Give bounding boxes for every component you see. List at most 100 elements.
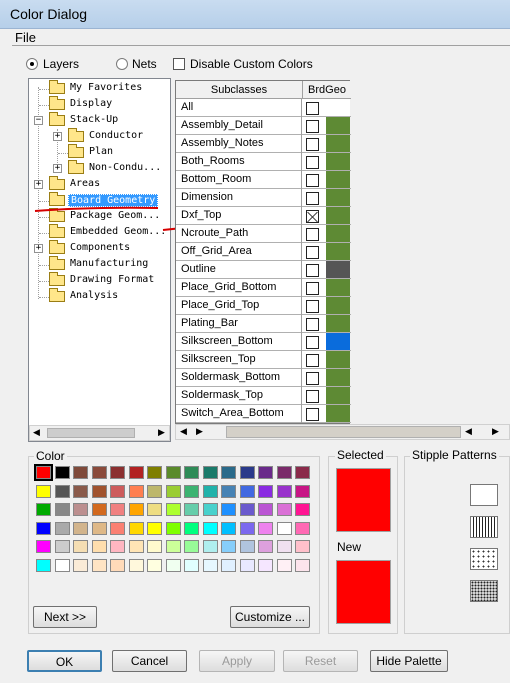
palette-swatch[interactable] [295, 521, 310, 535]
palette-swatch[interactable] [258, 484, 273, 498]
palette-swatch[interactable] [221, 466, 236, 479]
subclass-visible-checkbox[interactable] [306, 372, 319, 385]
subclass-row[interactable]: Silkscreen_Bottom [176, 333, 351, 351]
cancel-button[interactable]: Cancel [112, 650, 187, 672]
stipple-sparse-dots-swatch[interactable] [470, 548, 498, 570]
palette-swatch[interactable] [36, 484, 51, 498]
subclass-visible-checkbox[interactable] [306, 264, 319, 277]
subclass-row[interactable]: Ncroute_Path [176, 225, 351, 243]
palette-swatch[interactable] [165, 521, 181, 535]
subclass-color-cell[interactable] [326, 387, 350, 404]
subclass-visible-checkbox[interactable] [306, 228, 319, 241]
palette-swatch[interactable] [295, 559, 310, 572]
palette-swatch[interactable] [165, 540, 181, 554]
palette-swatch[interactable] [54, 466, 70, 479]
subclass-row[interactable]: Switch_Area_Bottom [176, 405, 351, 423]
color-palette[interactable] [34, 464, 316, 576]
palette-swatch[interactable] [36, 503, 51, 517]
scrollbar-thumb[interactable] [47, 428, 135, 438]
subclass-visible-checkbox[interactable] [306, 246, 319, 259]
subclass-grid[interactable]: Subclasses BrdGeo All Assembly_Detail Asse… [175, 80, 351, 424]
palette-swatch[interactable] [202, 540, 218, 554]
scroll-right-icon[interactable]: ▶ [492, 426, 499, 437]
tree-item[interactable]: Drawing Format [29, 272, 154, 289]
scroll-right-icon[interactable]: ▶ [196, 426, 203, 437]
palette-swatch[interactable] [73, 484, 88, 498]
palette-swatch[interactable] [73, 559, 88, 572]
palette-swatch[interactable] [258, 521, 273, 535]
palette-swatch[interactable] [54, 559, 70, 572]
collapse-icon[interactable]: − [34, 116, 43, 125]
subclass-row[interactable]: Assembly_Notes [176, 135, 351, 153]
palette-swatch[interactable] [128, 540, 144, 554]
palette-swatch[interactable] [221, 521, 236, 535]
palette-swatch[interactable] [184, 466, 199, 479]
subclass-visible-checkbox[interactable] [306, 300, 319, 313]
palette-swatch[interactable] [221, 503, 236, 517]
palette-swatch[interactable] [91, 559, 107, 572]
subclass-color-cell[interactable] [326, 333, 350, 350]
palette-swatch[interactable] [128, 503, 144, 517]
tree-item[interactable]: + Non-Condu... [29, 160, 169, 177]
palette-swatch[interactable] [202, 521, 218, 535]
palette-swatch[interactable] [110, 540, 125, 554]
subclass-visible-checkbox[interactable] [306, 336, 319, 349]
palette-swatch[interactable] [239, 521, 255, 535]
disable-custom-colors-checkbox[interactable] [173, 58, 185, 70]
palette-swatch[interactable] [147, 484, 162, 498]
subclass-color-cell[interactable] [326, 225, 350, 242]
subclass-row[interactable]: Assembly_Detail [176, 117, 351, 135]
palette-swatch[interactable] [221, 540, 236, 554]
palette-swatch[interactable] [276, 559, 292, 572]
subclass-row[interactable]: All [176, 99, 351, 117]
subclass-color-cell[interactable] [326, 207, 350, 224]
subclass-row[interactable]: Silkscreen_Top [176, 351, 351, 369]
scroll-left-icon[interactable]: ◀ [465, 426, 472, 437]
tree-item[interactable]: + Areas [29, 176, 149, 193]
palette-swatch[interactable] [295, 503, 310, 517]
palette-swatch[interactable] [165, 503, 181, 517]
palette-swatch[interactable] [147, 521, 162, 535]
subclass-visible-checkbox[interactable] [306, 210, 319, 223]
tree-item[interactable]: Display [29, 96, 149, 113]
subclass-color-cell[interactable] [326, 135, 350, 152]
expand-icon[interactable]: + [53, 164, 62, 173]
palette-swatch[interactable] [54, 503, 70, 517]
subclass-color-cell[interactable] [326, 351, 350, 368]
palette-swatch[interactable] [276, 503, 292, 517]
stipple-dense-dots-swatch[interactable] [470, 580, 498, 602]
palette-swatch[interactable] [221, 559, 236, 572]
subclass-color-cell[interactable] [326, 261, 350, 278]
expand-icon[interactable]: + [34, 244, 43, 253]
subclass-visible-checkbox[interactable] [306, 174, 319, 187]
palette-swatch[interactable] [184, 521, 199, 535]
palette-swatch[interactable] [128, 484, 144, 498]
scrollbar-track[interactable] [226, 426, 461, 438]
palette-swatch[interactable] [147, 466, 162, 479]
layers-radio[interactable] [26, 58, 38, 70]
palette-swatch[interactable] [128, 466, 144, 479]
palette-swatch[interactable] [276, 521, 292, 535]
palette-swatch[interactable] [73, 540, 88, 554]
palette-swatch[interactable] [165, 466, 181, 479]
stipple-solid-swatch[interactable] [470, 484, 498, 506]
subclass-row[interactable]: Soldermask_Bottom [176, 369, 351, 387]
palette-swatch[interactable] [184, 503, 199, 517]
scroll-right-icon[interactable]: ▶ [158, 427, 165, 438]
palette-swatch[interactable] [258, 466, 273, 479]
palette-swatch[interactable] [36, 540, 51, 554]
scroll-left-icon[interactable]: ◀ [33, 427, 40, 438]
subclass-color-cell[interactable] [326, 189, 350, 206]
subclass-visible-checkbox[interactable] [306, 318, 319, 331]
subclass-color-cell[interactable] [326, 279, 350, 296]
palette-swatch[interactable] [73, 521, 88, 535]
subclass-row[interactable]: Bottom_Room [176, 171, 351, 189]
subclass-visible-checkbox[interactable] [306, 192, 319, 205]
palette-swatch[interactable] [258, 503, 273, 517]
subclass-row[interactable]: Place_Grid_Bottom [176, 279, 351, 297]
subclass-visible-checkbox[interactable] [306, 282, 319, 295]
palette-swatch[interactable] [54, 540, 70, 554]
scroll-left-icon[interactable]: ◀ [180, 426, 187, 437]
palette-swatch[interactable] [91, 503, 107, 517]
palette-swatch[interactable] [54, 484, 70, 498]
